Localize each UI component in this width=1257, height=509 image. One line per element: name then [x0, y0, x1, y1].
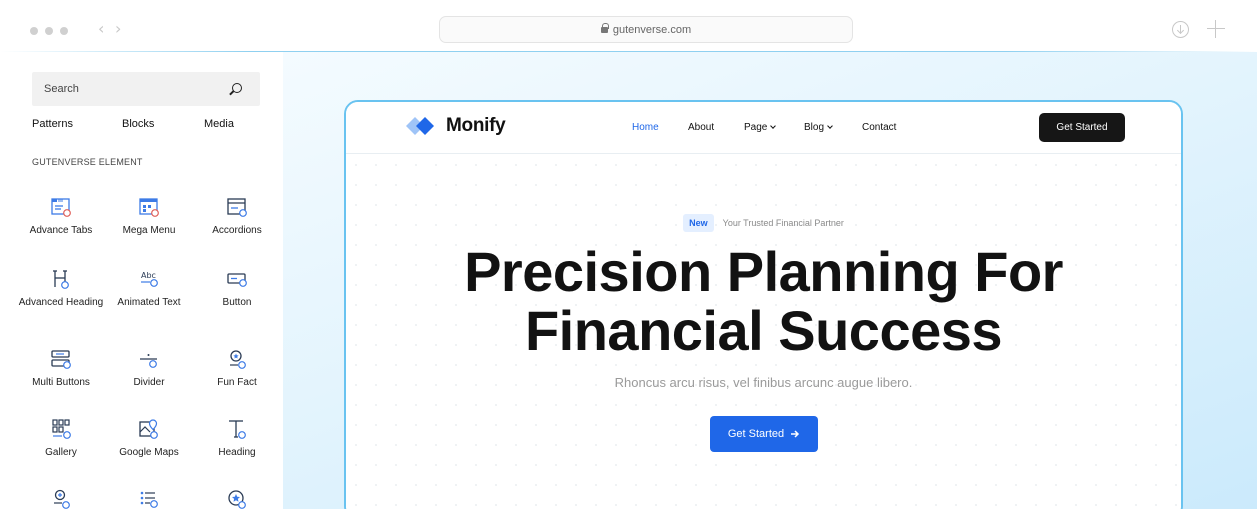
arrow-right-icon — [791, 430, 800, 438]
chevron-left-icon[interactable]: ‹ — [98, 21, 104, 37]
svg-text:Abc: Abc — [141, 271, 156, 280]
element-google-maps[interactable]: Google Maps — [105, 418, 193, 459]
element-label: Google Maps — [119, 447, 179, 458]
search-input[interactable]: Search — [32, 72, 260, 106]
inserter-tabs: Patterns Blocks Media — [32, 118, 262, 132]
hero-subtext: Rhoncus arcu risus, vel finibus arcunc a… — [614, 375, 913, 390]
heading-icon — [229, 420, 246, 439]
download-icon[interactable] — [1172, 21, 1189, 38]
element-label: Animated Text — [117, 297, 181, 308]
nav-item-blog[interactable]: Blog — [804, 122, 833, 133]
element-multi-buttons[interactable]: Multi Buttons — [17, 348, 105, 389]
url-text: gutenverse.com — [612, 23, 692, 36]
tabs-icon — [51, 198, 71, 217]
fun-fact-icon — [230, 350, 246, 369]
button-icon — [227, 273, 247, 287]
block-inserter-sidebar: Search Patterns Blocks Media GUTENVERSE … — [17, 52, 283, 509]
element-button[interactable]: Button — [193, 268, 281, 309]
multi-buttons-icon — [51, 350, 71, 369]
nav-item-page[interactable]: Page — [744, 122, 777, 133]
maximize-window-dot[interactable] — [60, 27, 68, 35]
tab-blocks[interactable]: Blocks — [122, 118, 154, 130]
nav-item-page-label: Page — [744, 122, 768, 133]
element-animated-text[interactable]: Abc Animated Text — [105, 268, 193, 309]
element-star-rating[interactable] — [193, 488, 281, 509]
tab-patterns[interactable]: Patterns — [32, 118, 73, 130]
headline-line-1: Precision Planning For — [464, 240, 1063, 303]
icon-list-icon — [140, 491, 158, 508]
animated-text-icon: Abc — [141, 271, 158, 287]
accordion-icon — [227, 198, 247, 217]
header-get-started-button[interactable]: Get Started — [1039, 113, 1125, 142]
element-advanced-heading[interactable]: Advanced Heading — [17, 268, 105, 309]
close-window-dot[interactable] — [30, 27, 38, 35]
element-label: Multi Buttons — [32, 377, 90, 388]
logo-text: Monify — [446, 115, 506, 136]
tab-media[interactable]: Media — [204, 118, 234, 130]
mega-menu-icon — [139, 198, 159, 217]
new-badge: New — [683, 214, 714, 232]
divider-icon — [140, 354, 157, 368]
element-label: Divider — [133, 377, 165, 388]
nav-item-contact[interactable]: Contact — [862, 122, 896, 133]
nav-item-about[interactable]: About — [688, 122, 714, 133]
tagline-text: Your Trusted Financial Partner — [722, 218, 844, 228]
chevron-down-icon — [827, 123, 833, 129]
hero-button-label: Get Started — [727, 428, 785, 440]
element-label: Heading — [218, 447, 256, 458]
tagline-row: New Your Trusted Financial Partner — [346, 214, 1181, 232]
heading-icon — [53, 270, 69, 289]
site-preview-frame: Monify Home About Page Blog Contact Get … — [344, 100, 1183, 509]
element-gallery[interactable]: Gallery — [17, 418, 105, 459]
address-bar[interactable]: gutenverse.com — [439, 16, 853, 43]
lock-icon — [600, 22, 609, 35]
element-icon-box[interactable] — [17, 488, 105, 509]
element-label: Button — [222, 297, 252, 308]
section-title: GUTENVERSE ELEMENT — [32, 157, 143, 167]
element-label: Mega Menu — [122, 225, 176, 236]
element-label: Advanced Heading — [18, 297, 104, 308]
element-advance-tabs[interactable]: Advance Tabs — [17, 196, 105, 237]
monify-logo-icon — [406, 117, 434, 135]
search-icon[interactable] — [232, 83, 242, 93]
browser-chrome: ‹ › gutenverse.com — [0, 0, 1257, 52]
element-divider[interactable]: Divider — [105, 348, 193, 389]
element-label: Advance Tabs — [29, 225, 93, 236]
hero-headline: Precision Planning For Financial Success — [346, 242, 1181, 360]
element-icon-list[interactable] — [105, 488, 193, 509]
search-placeholder: Search — [44, 83, 79, 95]
element-accordions[interactable]: Accordions — [193, 196, 281, 237]
site-logo[interactable]: Monify — [404, 114, 506, 138]
element-fun-fact[interactable]: Fun Fact — [193, 348, 281, 389]
window-controls — [30, 27, 68, 35]
element-heading[interactable]: Heading — [193, 418, 281, 459]
element-label: Gallery — [45, 447, 77, 458]
minimize-window-dot[interactable] — [45, 27, 53, 35]
hero-get-started-button[interactable]: Get Started — [710, 416, 818, 452]
nav-item-blog-label: Blog — [804, 122, 825, 133]
element-mega-menu[interactable]: Mega Menu — [105, 196, 193, 237]
chevron-right-icon[interactable]: › — [115, 21, 121, 37]
gallery-icon — [52, 419, 71, 439]
new-tab-plus-icon[interactable] — [1207, 20, 1225, 38]
map-icon — [139, 419, 158, 439]
star-icon — [228, 490, 246, 509]
hero-section: New Your Trusted Financial Partner Preci… — [346, 155, 1181, 509]
element-label: Fun Fact — [217, 377, 257, 388]
icon-box-icon — [54, 489, 70, 509]
site-header: Monify Home About Page Blog Contact Get … — [346, 102, 1181, 154]
chevron-down-icon — [770, 123, 777, 129]
element-label: Accordions — [212, 225, 262, 236]
nav-item-home[interactable]: Home — [632, 122, 659, 133]
headline-line-2: Financial Success — [524, 299, 1003, 362]
editor-canvas: Monify Home About Page Blog Contact Get … — [283, 52, 1257, 509]
